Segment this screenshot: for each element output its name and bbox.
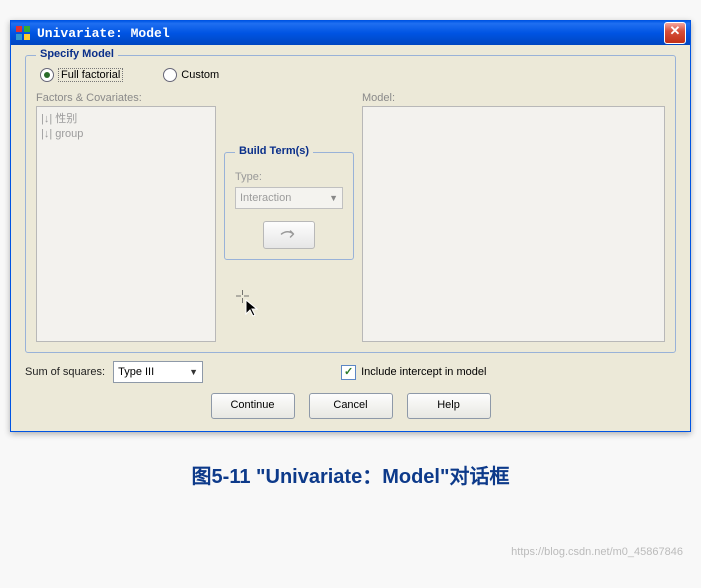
- factor-icon: |↓|: [41, 128, 52, 140]
- radio-full-factorial[interactable]: Full factorial: [40, 68, 123, 82]
- list-item[interactable]: |↓| 性别: [39, 109, 213, 127]
- chevron-down-icon: ▼: [189, 367, 198, 377]
- model-type-radios: Full factorial Custom: [40, 68, 665, 82]
- radio-label-custom: Custom: [181, 69, 219, 81]
- add-term-button[interactable]: [263, 221, 315, 249]
- window-title: Univariate: Model: [37, 26, 664, 41]
- factors-column: Factors & Covariates: |↓| 性别 |↓| group: [36, 92, 216, 342]
- type-label: Type:: [235, 171, 343, 183]
- sum-of-squares-combo[interactable]: Type III ▼: [113, 361, 203, 383]
- intercept-option[interactable]: Include intercept in model: [341, 365, 486, 380]
- titlebar[interactable]: Univariate: Model ✕: [11, 21, 690, 45]
- help-button[interactable]: Help: [407, 393, 491, 419]
- build-terms-legend: Build Term(s): [235, 145, 313, 157]
- model-listbox[interactable]: [362, 106, 665, 342]
- intercept-label: Include intercept in model: [361, 366, 486, 378]
- dialog-buttons: Continue Cancel Help: [25, 393, 676, 419]
- list-item[interactable]: |↓| group: [39, 127, 213, 141]
- close-button[interactable]: ✕: [664, 22, 686, 44]
- close-icon: ✕: [670, 24, 681, 39]
- radio-icon: [163, 68, 177, 82]
- type-combo[interactable]: Interaction ▼: [235, 187, 343, 209]
- arrow-right-icon: [280, 227, 298, 244]
- bottom-options-row: Sum of squares: Type III ▼ Include inter…: [25, 361, 676, 383]
- model-column: Model:: [362, 92, 665, 342]
- radio-custom[interactable]: Custom: [163, 68, 219, 82]
- app-icon: [15, 25, 31, 41]
- sum-of-squares-label: Sum of squares:: [25, 366, 105, 378]
- dialog-content: Specify Model Full factorial Custom Fact…: [11, 45, 690, 431]
- factors-listbox[interactable]: |↓| 性别 |↓| group: [36, 106, 216, 342]
- type-value: Interaction: [240, 192, 291, 204]
- radio-label-full-factorial: Full factorial: [58, 68, 123, 82]
- radio-icon: [40, 68, 54, 82]
- model-label: Model:: [362, 92, 665, 104]
- figure-caption: 图5-11 "Univariate：Model"对话框: [0, 460, 701, 489]
- build-terms-group: Build Term(s) Type: Interaction ▼: [224, 152, 354, 260]
- specify-model-legend: Specify Model: [36, 48, 118, 60]
- watermark-text: https://blog.csdn.net/m0_45867846: [511, 546, 683, 558]
- build-terms-column: Build Term(s) Type: Interaction ▼: [224, 92, 354, 260]
- cancel-button[interactable]: Cancel: [309, 393, 393, 419]
- chevron-down-icon: ▼: [329, 193, 338, 203]
- ss-value: Type III: [118, 366, 154, 378]
- specify-model-group: Specify Model Full factorial Custom Fact…: [25, 55, 676, 353]
- checkbox-icon: [341, 365, 356, 380]
- continue-button[interactable]: Continue: [211, 393, 295, 419]
- dialog-window: Univariate: Model ✕ Specify Model Full f…: [10, 20, 691, 432]
- factor-icon: |↓|: [41, 113, 52, 125]
- factors-label: Factors & Covariates:: [36, 92, 216, 104]
